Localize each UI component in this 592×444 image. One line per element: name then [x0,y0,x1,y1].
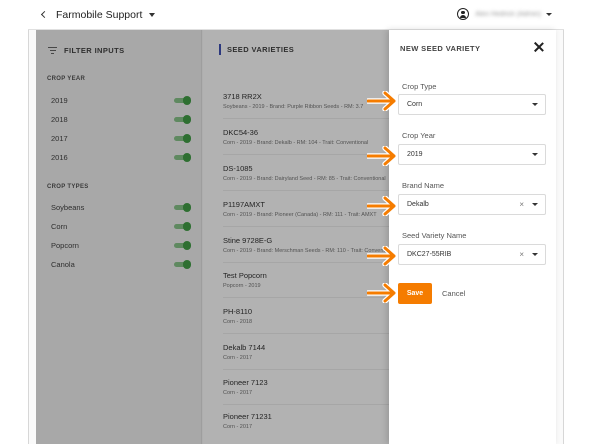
clear-icon[interactable]: × [519,200,524,209]
new-seed-variety-panel: NEW SEED VARIETY Crop Type Corn Crop Yea… [389,30,556,444]
select-value: Dekalb [407,201,429,208]
chevron-down-icon[interactable] [546,12,552,16]
arrow-right-icon [367,246,397,266]
cancel-button[interactable]: Cancel [442,283,465,304]
chevron-down-icon[interactable] [149,12,156,17]
modal-backdrop[interactable] [36,30,389,444]
crop-type-select[interactable]: Corn [398,94,546,115]
seed-variety-name-label: Seed Variety Name [402,231,467,240]
chevron-down-icon[interactable] [532,203,538,206]
select-value: Corn [407,101,423,108]
crop-year-label: Crop Year [402,131,436,140]
user-name[interactable]: Alex Hedrick (Admin) [475,11,541,18]
brand-name-select[interactable]: Dekalb × [398,194,546,215]
top-bar: Farmobile Support Alex Hedrick (Admin) [28,0,564,30]
back-arrow-icon[interactable] [36,8,50,22]
chevron-down-icon[interactable] [532,253,538,256]
crop-type-label: Crop Type [402,82,437,91]
seed-variety-name-select[interactable]: DKC27-55RIB × [398,244,546,265]
close-icon[interactable] [534,42,544,52]
arrow-right-icon [367,283,397,303]
arrow-right-icon [367,196,397,216]
arrow-right-icon [367,146,397,166]
crop-year-select[interactable]: 2019 [398,144,546,165]
chevron-down-icon[interactable] [532,153,538,156]
user-menu[interactable]: Alex Hedrick (Admin) [457,8,552,20]
arrow-right-icon [367,91,397,111]
chevron-down-icon[interactable] [532,103,538,106]
clear-icon[interactable]: × [519,250,524,259]
select-value: DKC27-55RIB [407,251,452,258]
account-icon[interactable] [457,8,470,20]
select-value: 2019 [407,151,423,158]
panel-title: NEW SEED VARIETY [400,44,481,53]
save-button[interactable]: Save [398,283,432,304]
organization-title[interactable]: Farmobile Support [56,9,142,21]
brand-name-label: Brand Name [402,181,445,190]
